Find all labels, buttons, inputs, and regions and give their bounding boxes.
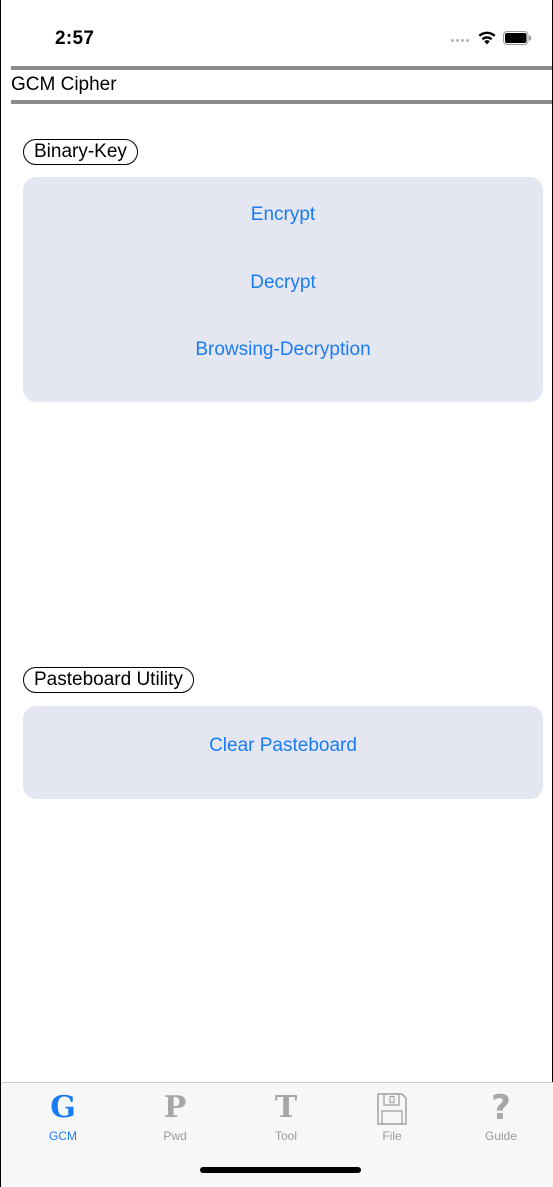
letter-p-icon: P <box>163 1090 187 1125</box>
status-bar: 2:57 <box>1 0 553 66</box>
home-indicator[interactable] <box>200 1167 361 1173</box>
tab-label-tool: Tool <box>274 1129 297 1143</box>
browsing-decryption-button[interactable]: Browsing-Decryption <box>23 339 543 361</box>
battery-icon <box>503 30 532 50</box>
nav-divider-bottom <box>11 100 552 104</box>
status-icons <box>451 30 532 50</box>
tab-pwd[interactable]: P Pwd <box>135 1089 215 1149</box>
tab-gcm[interactable]: G GCM <box>23 1089 103 1149</box>
binary-key-button-group: Encrypt Decrypt Browsing-Decryption <box>23 177 543 402</box>
clear-pasteboard-button[interactable]: Clear Pasteboard <box>23 735 543 757</box>
tab-tool[interactable]: T Tool <box>246 1089 326 1149</box>
tab-label-guide: Guide <box>484 1129 518 1143</box>
tab-label-file: File <box>382 1129 402 1143</box>
decrypt-button[interactable]: Decrypt <box>23 272 543 294</box>
status-time: 2:57 <box>55 28 95 49</box>
letter-t-icon: T <box>274 1090 298 1125</box>
pasteboard-button-group: Clear Pasteboard <box>23 706 543 799</box>
tab-file[interactable]: File <box>352 1089 432 1149</box>
cellular-signal-icon <box>451 38 469 42</box>
section-label-pasteboard-utility: Pasteboard Utility <box>23 667 194 693</box>
floppy-disk-icon <box>352 1089 432 1127</box>
tab-label-pwd: Pwd <box>163 1129 187 1143</box>
app-window: 2:57 GCM Cipher Binary-Key Encrypt Decry… <box>0 0 553 1187</box>
nav-divider-top <box>11 66 552 70</box>
page-title: GCM Cipher <box>11 74 117 95</box>
wifi-icon <box>477 30 497 50</box>
tab-label-gcm: GCM <box>49 1129 77 1143</box>
encrypt-button[interactable]: Encrypt <box>23 204 543 226</box>
letter-g-icon: G <box>50 1090 76 1125</box>
question-mark-icon: ? <box>491 1088 511 1128</box>
section-label-binary-key: Binary-Key <box>23 139 138 165</box>
tab-guide[interactable]: ? Guide <box>461 1089 541 1149</box>
